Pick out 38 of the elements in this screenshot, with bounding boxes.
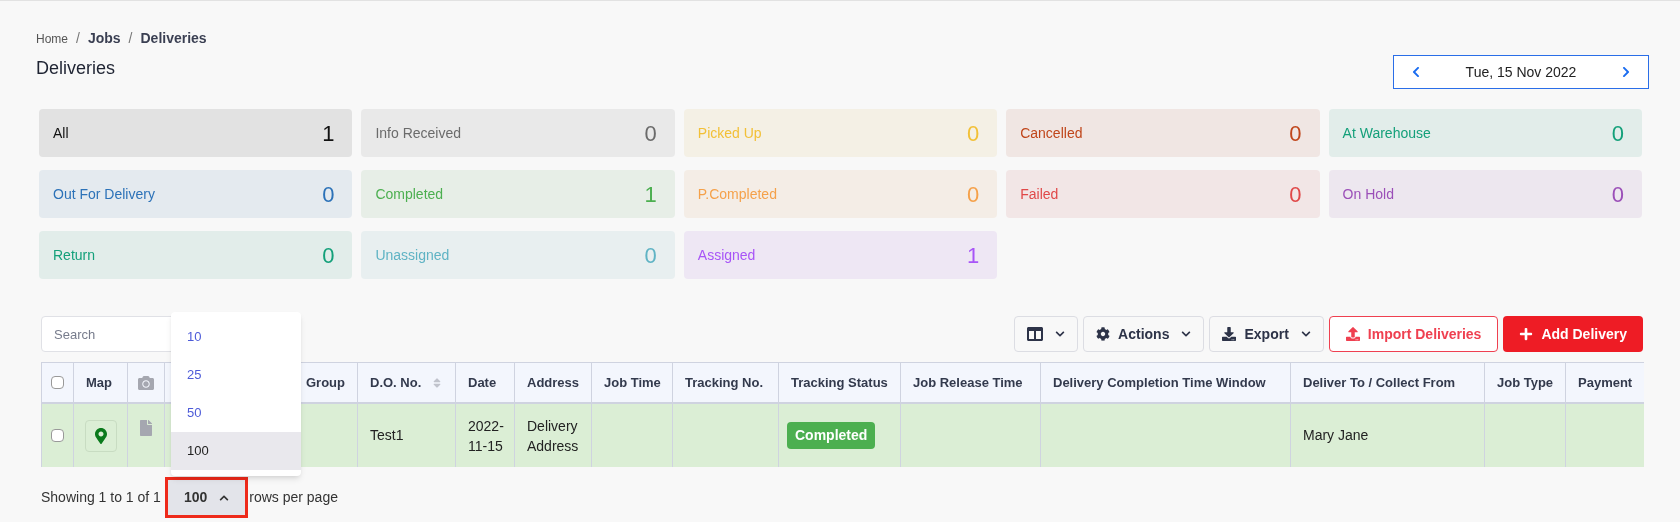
status-count: 1 — [644, 180, 657, 209]
rows-per-page-text: rows per page — [249, 488, 338, 507]
status-count: 0 — [322, 180, 335, 209]
status-badge: Completed — [787, 422, 876, 449]
table-cell-text: Test1 — [370, 426, 404, 445]
status-count: 0 — [1289, 119, 1302, 148]
status-count: 0 — [322, 241, 335, 270]
status-label: Return — [53, 245, 96, 265]
status-label: Cancelled — [1020, 123, 1083, 143]
status-label: On Hold — [1342, 184, 1394, 204]
status-count: 1 — [966, 241, 980, 270]
status-label: Picked Up — [697, 123, 762, 143]
breadcrumb-separator: / — [128, 29, 133, 48]
status-count: 0 — [1611, 180, 1624, 209]
table-cell-text: 2022-11-15 — [468, 416, 504, 456]
status-label: At Warehouse — [1342, 123, 1431, 143]
status-label: Failed — [1020, 184, 1059, 204]
date-value: Tue, 15 Nov 2022 — [1465, 62, 1577, 82]
status-count: 0 — [966, 180, 980, 209]
status-label: Out For Delivery — [53, 184, 155, 204]
status-label: Assigned — [697, 245, 756, 265]
column-header: Map — [86, 373, 112, 392]
status-label: Info Received — [375, 123, 461, 143]
table-cell-text: Delivery Address — [527, 416, 579, 456]
status-count: 1 — [322, 119, 335, 148]
status-label: Unassigned — [375, 245, 450, 265]
status-count: 0 — [644, 119, 657, 148]
table-cell-text: Mary Jane — [1303, 426, 1369, 445]
status-count: 0 — [1611, 119, 1624, 148]
status-count: 0 — [1289, 180, 1302, 209]
page-title: Deliveries — [36, 57, 117, 80]
showing-text: Showing 1 to 1 of 1 — [41, 488, 161, 507]
status-label: All — [53, 123, 69, 143]
status-label: P.Completed — [697, 184, 777, 204]
status-count: 0 — [644, 241, 657, 270]
status-label: Completed — [375, 184, 444, 204]
status-count: 0 — [966, 119, 980, 148]
breadcrumb-separator: / — [76, 29, 80, 48]
